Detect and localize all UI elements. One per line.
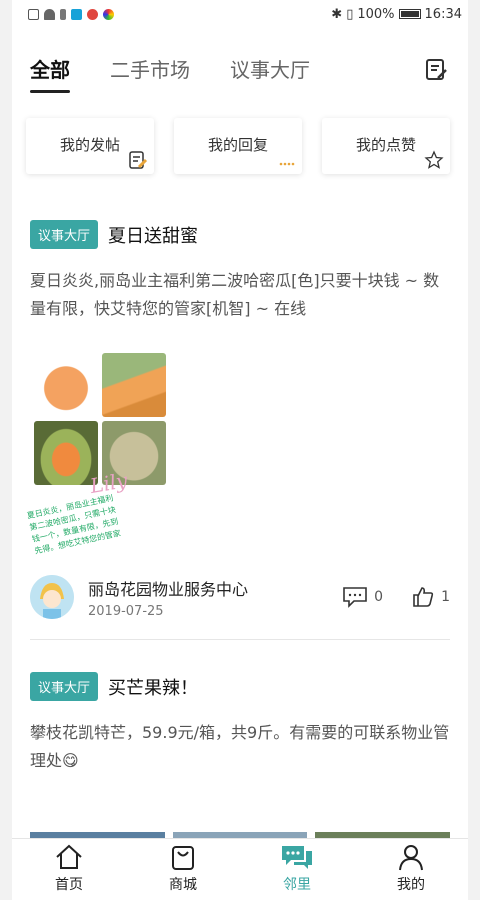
nav-mall[interactable]: 商城 bbox=[126, 839, 240, 900]
post-card[interactable]: 议事大厅 买芒果辣！ 攀枝花凯特芒，59.9元/箱，共9斤。有需要的可联系物业管… bbox=[12, 672, 468, 775]
tab-second-hand-market[interactable]: 二手市场 bbox=[110, 54, 190, 83]
battery-icon bbox=[398, 9, 421, 19]
image-caption: 夏日炎炎，丽岛业主福利 第二波哈密瓜，只需十块 钱一个，数量有限，先到 先得。想… bbox=[26, 493, 122, 556]
bluetooth-icon: ✱ bbox=[331, 6, 343, 22]
post-header: 议事大厅 夏日送甜蜜 bbox=[30, 220, 450, 249]
chat-bubbles-icon bbox=[282, 846, 312, 869]
map-pin-icon bbox=[87, 8, 98, 20]
vibrate-icon: ▯ bbox=[346, 6, 354, 22]
app-screen: ✱ ▯ 100% 16:34 全部 二手市场 议事大厅 我的发帖 我的回复 我的… bbox=[12, 0, 468, 900]
nav-mine[interactable]: 我的 bbox=[354, 839, 468, 900]
post-image[interactable]: Lily 夏日炎炎，丽岛业主福利 第二波哈密瓜，只需十块 钱一个，数量有限，先到… bbox=[26, 353, 170, 556]
author-name[interactable]: 丽岛花园物业服务中心 bbox=[88, 576, 248, 600]
bottom-navigation: 首页 商城 邻里 我的 bbox=[12, 838, 468, 900]
post-header: 议事大厅 买芒果辣！ bbox=[30, 672, 450, 701]
post-category-tag: 议事大厅 bbox=[30, 220, 99, 249]
right-edge bbox=[468, 0, 480, 900]
my-likes-label: 我的点赞 bbox=[355, 135, 416, 154]
my-activity-buttons: 我的发帖 我的回复 我的点赞 bbox=[12, 100, 468, 174]
post-category-tag: 议事大厅 bbox=[30, 672, 99, 701]
post-author-row: 丽岛花园物业服务中心 2019-07-25 0 1 bbox=[30, 575, 450, 619]
shopping-bag-icon bbox=[172, 846, 194, 870]
status-icons-left bbox=[28, 8, 114, 20]
post-title: 夏日送甜蜜 bbox=[108, 225, 199, 247]
left-edge bbox=[0, 0, 12, 900]
compose-icon[interactable] bbox=[424, 58, 448, 82]
my-likes-button[interactable]: 我的点赞 bbox=[322, 118, 450, 174]
post-body: 攀枝花凯特芒，59.9元/箱，共9斤。有需要的可联系物业管理处😋 bbox=[30, 723, 450, 770]
nav-home[interactable]: 首页 bbox=[12, 839, 126, 900]
battery-percent: 100% bbox=[357, 6, 395, 22]
my-posts-button[interactable]: 我的发帖 bbox=[26, 118, 154, 174]
thumbs-up-icon[interactable] bbox=[411, 585, 435, 609]
clock: 16:34 bbox=[424, 6, 462, 22]
reply-dots-icon bbox=[279, 162, 295, 166]
avatar[interactable] bbox=[30, 575, 74, 619]
comment-icon[interactable] bbox=[342, 586, 368, 608]
post-card[interactable]: 议事大厅 夏日送甜蜜 夏日炎炎,丽岛业主福利第二波哈密瓜[色]只要十块钱 ~ 数… bbox=[12, 220, 468, 619]
melon-photo-2 bbox=[102, 353, 166, 417]
usb-icon bbox=[60, 8, 66, 20]
note-edit-icon bbox=[129, 151, 148, 169]
nav-neighbors-label: 邻里 bbox=[283, 877, 311, 893]
status-icons-right: ✱ ▯ 100% 16:34 bbox=[331, 7, 462, 22]
nav-home-label: 首页 bbox=[55, 877, 83, 893]
my-posts-label: 我的发帖 bbox=[59, 135, 120, 154]
my-replies-button[interactable]: 我的回复 bbox=[174, 118, 302, 174]
status-bar: ✱ ▯ 100% 16:34 bbox=[12, 0, 468, 28]
user-icon bbox=[399, 845, 423, 871]
browser-icon bbox=[103, 8, 114, 20]
app-notify-icon bbox=[71, 8, 82, 20]
post-title: 买芒果辣！ bbox=[108, 677, 199, 699]
tab-all[interactable]: 全部 bbox=[30, 54, 70, 93]
sim-icon bbox=[28, 8, 39, 20]
author-info: 丽岛花园物业服务中心 2019-07-25 bbox=[88, 576, 248, 619]
tab-discussion-hall[interactable]: 议事大厅 bbox=[230, 54, 310, 83]
avatar-cartoon-icon bbox=[30, 575, 74, 619]
nav-neighbors[interactable]: 邻里 bbox=[240, 839, 354, 900]
post-body: 夏日炎炎,丽岛业主福利第二波哈密瓜[色]只要十块钱 ~ 数量有限，快艾特您的管家… bbox=[30, 271, 440, 318]
my-replies-label: 我的回复 bbox=[207, 135, 268, 154]
melon-photo-1 bbox=[34, 353, 98, 417]
comment-count: 0 bbox=[374, 589, 384, 605]
like-count: 1 bbox=[441, 589, 450, 605]
nav-mall-label: 商城 bbox=[169, 877, 197, 893]
category-tabs: 全部 二手市场 议事大厅 bbox=[12, 28, 468, 100]
post-stats: 0 1 bbox=[342, 585, 450, 609]
nav-mine-label: 我的 bbox=[397, 877, 425, 893]
wifi-icon bbox=[44, 8, 55, 20]
home-icon bbox=[56, 844, 82, 869]
post-date: 2019-07-25 bbox=[88, 603, 164, 619]
post-divider bbox=[30, 639, 450, 640]
star-icon bbox=[424, 150, 444, 169]
